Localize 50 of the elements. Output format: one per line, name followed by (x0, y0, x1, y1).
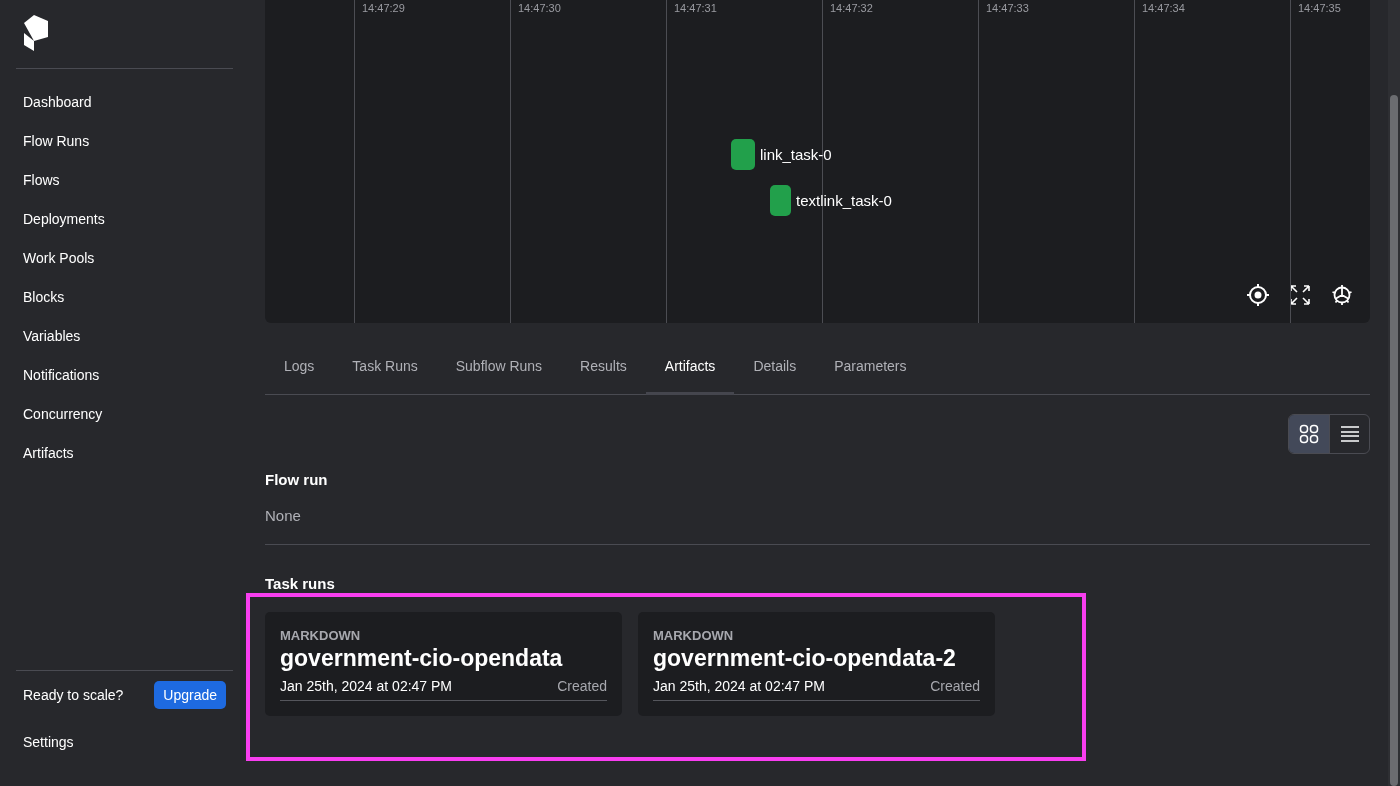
sidebar-item[interactable]: Artifacts (16, 434, 233, 473)
artifact-status: Created (930, 678, 980, 694)
sidebar-item[interactable]: Variables (16, 317, 233, 356)
artifact-status: Created (557, 678, 607, 694)
task-run-bar[interactable] (731, 139, 755, 170)
fullscreen-icon[interactable] (1288, 283, 1312, 307)
artifact-title[interactable]: government-cio-opendata (280, 643, 607, 674)
scrollbar-thumb[interactable] (1390, 95, 1398, 786)
task-run-label: textlink_task-0 (796, 192, 892, 209)
grid-view-icon (1299, 424, 1319, 444)
task-run-label: link_task-0 (760, 146, 832, 163)
sidebar-item[interactable]: Concurrency (16, 395, 233, 434)
time-tick-label: 14:47:31 (674, 2, 717, 14)
sidebar-item[interactable]: Deployments (16, 200, 233, 239)
grid-view-button[interactable] (1289, 415, 1329, 453)
artifact-type: MARKDOWN (653, 628, 735, 643)
upgrade-prompt: Ready to scale? (23, 687, 124, 703)
sidebar-item[interactable]: Flows (16, 161, 233, 200)
artifact-type: MARKDOWN (280, 628, 362, 643)
tab[interactable]: Artifacts (645, 340, 735, 395)
tab[interactable]: Results (561, 340, 646, 395)
settings-icon[interactable] (1330, 283, 1354, 307)
sidebar-item[interactable]: Flow Runs (16, 122, 233, 161)
empty-value: None (265, 507, 1370, 545)
task-run-bar[interactable] (770, 185, 791, 216)
sidebar-item[interactable]: Work Pools (16, 239, 233, 278)
tab[interactable]: Task Runs (333, 340, 437, 395)
upgrade-button[interactable]: Upgrade (154, 681, 226, 709)
tab[interactable]: Parameters (815, 340, 926, 395)
tab[interactable]: Logs (265, 340, 334, 395)
time-tick-label: 14:47:30 (518, 2, 561, 14)
section-heading: Task runs (265, 575, 336, 592)
list-view-icon (1339, 426, 1360, 442)
section-heading: Flow run (265, 471, 329, 488)
time-tick-label: 14:47:29 (362, 2, 405, 14)
recenter-icon[interactable] (1246, 283, 1270, 307)
artifact-timestamp: Jan 25th, 2024 at 02:47 PM (280, 678, 452, 694)
time-tick-label: 14:47:33 (986, 2, 1029, 14)
time-tick-label: 14:47:32 (830, 2, 873, 14)
time-tick-label: 14:47:35 (1298, 2, 1341, 14)
sidebar-item[interactable]: Settings (16, 723, 233, 762)
artifact-timestamp: Jan 25th, 2024 at 02:47 PM (653, 678, 825, 694)
sidebar-item[interactable]: Blocks (16, 278, 233, 317)
sidebar-item[interactable]: Notifications (16, 356, 233, 395)
sidebar-item[interactable]: Dashboard (16, 83, 233, 122)
time-tick-label: 14:47:34 (1142, 2, 1185, 14)
tab[interactable]: Details (734, 340, 816, 395)
artifact-title[interactable]: government-cio-opendata-2 (653, 643, 980, 674)
tab[interactable]: Subflow Runs (436, 340, 562, 395)
logo-icon (24, 15, 48, 51)
